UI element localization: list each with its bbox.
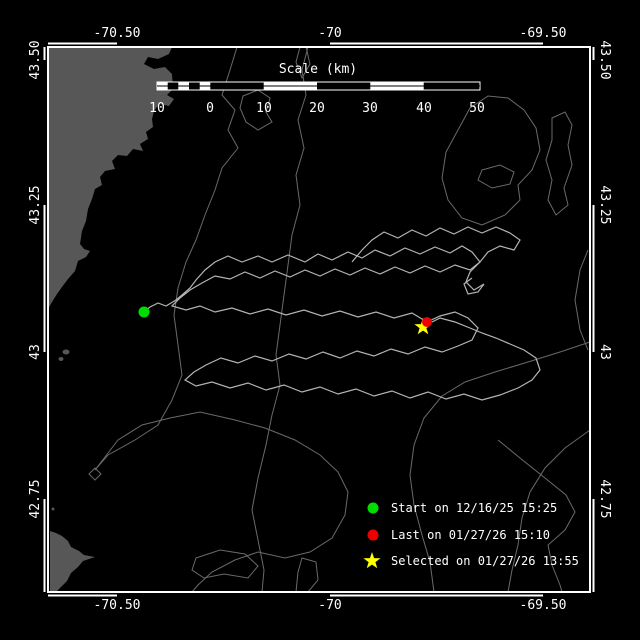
last-position-marker[interactable]: [422, 317, 432, 327]
contour-ne-blob: [441, 95, 541, 226]
scalebar-tick-label: 10: [256, 101, 272, 116]
axis-label-lon-top: -69.50: [519, 26, 567, 41]
axis-label-lon-bottom: -69.50: [519, 598, 567, 613]
axis-label-lat-left: 43: [28, 344, 43, 360]
legend-last-circle-icon: [367, 529, 379, 541]
axis-label-lat-left: 43.25: [28, 185, 43, 225]
axis-label-lon-bottom: -70: [318, 598, 342, 613]
legend-start-circle-icon: [367, 502, 379, 514]
land-layer: [48, 47, 174, 592]
legend-last-label: Last on 01/27/26 15:10: [391, 528, 550, 542]
drifter-track-map: Scale (km) 10 0 10 20 30 40 50 -70.50 -7…: [0, 0, 640, 640]
contour-central-bowl: [94, 411, 349, 593]
axis-label-lat-left: 43.50: [28, 40, 43, 80]
marker-layer: [138, 306, 432, 335]
land-island-2: [58, 357, 64, 361]
land-island-1: [62, 349, 70, 355]
axis-label-lon-top: -70.50: [93, 26, 141, 41]
scalebar-graphic: [156, 81, 481, 91]
scalebar-tick-label: 0: [206, 101, 214, 116]
scalebar-tick-label: 50: [469, 101, 485, 116]
land-southwest-patch: [50, 531, 95, 592]
scalebar-tick-label: 20: [309, 101, 325, 116]
start-position-marker[interactable]: [138, 306, 150, 318]
axis-label-lon-top: -70: [318, 26, 342, 41]
land-islet: [51, 507, 55, 511]
scalebar-title: Scale (km): [278, 62, 358, 77]
track-layer: [143, 226, 541, 401]
axis-label-lat-right: 43.50: [597, 40, 612, 80]
contour-se-arc: [497, 439, 576, 593]
legend-markers: [363, 502, 381, 569]
legend-selected-label: Selected on 01/27/26 13:55: [391, 554, 579, 568]
axis-label-lon-bottom: -70.50: [93, 598, 141, 613]
contour-ne-inner-loop: [477, 164, 515, 189]
contour-east-elongated: [545, 111, 573, 216]
legend-start-label: Start on 12/16/25 15:25: [391, 501, 558, 515]
contour-e-edge: [574, 249, 589, 351]
scalebar-tick-label: 10: [149, 101, 165, 116]
contour-bottom-loop-1: [191, 549, 259, 579]
axis-label-lat-right: 43.25: [597, 185, 612, 225]
scalebar-tick-label: 40: [416, 101, 432, 116]
axis-label-lat-right: 42.75: [597, 479, 612, 519]
legend-selected-star-icon: [363, 552, 381, 569]
scalebar-tick-label: 30: [362, 101, 378, 116]
axis-label-lat-right: 43: [597, 344, 612, 360]
map-canvas[interactable]: [0, 0, 640, 640]
drifter-track-north-band: [351, 226, 521, 295]
contour-bottom-loop-2: [295, 557, 319, 593]
axis-label-lat-left: 42.75: [28, 479, 43, 519]
land-maine-coast: [48, 47, 174, 309]
